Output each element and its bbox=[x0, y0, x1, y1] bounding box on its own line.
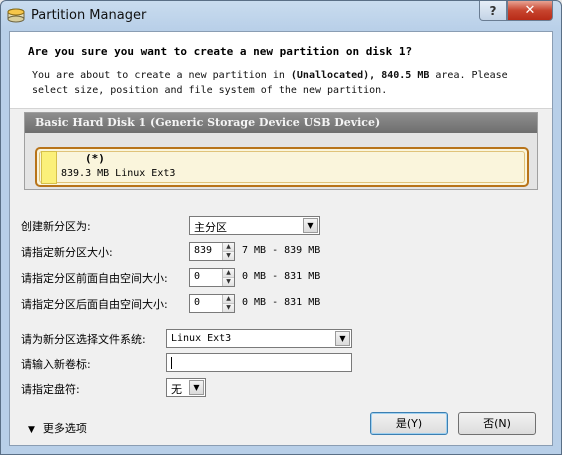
spin-down-icon[interactable]: ▼ bbox=[223, 252, 234, 260]
yes-button[interactable]: 是(Y) bbox=[370, 412, 448, 435]
confirm-question: Are you sure you want to create a new pa… bbox=[28, 45, 413, 58]
partition-manager-window: Partition Manager ? ✕ Are you sure you w… bbox=[0, 0, 562, 455]
volume-label-input[interactable] bbox=[166, 353, 352, 372]
partition-size-range: 7 MB - 839 MB bbox=[242, 245, 321, 256]
spin-down-icon[interactable]: ▼ bbox=[223, 278, 234, 286]
free-after-value: 0 bbox=[194, 297, 201, 308]
chevron-down-icon[interactable]: ▼ bbox=[189, 380, 204, 395]
spin-buttons: ▲ ▼ bbox=[222, 295, 234, 312]
text-caret bbox=[171, 357, 172, 369]
close-button[interactable]: ✕ bbox=[507, 1, 553, 21]
partition-info: 839.3 MB Linux Ext3 bbox=[61, 168, 176, 179]
file-system-value: Linux Ext3 bbox=[171, 333, 232, 344]
expand-triangle-icon: ▼ bbox=[28, 425, 35, 435]
chevron-down-icon[interactable]: ▼ bbox=[335, 331, 350, 346]
spin-down-icon[interactable]: ▼ bbox=[223, 304, 234, 312]
disk-title: Basic Hard Disk 1 (Generic Storage Devic… bbox=[25, 113, 537, 133]
spin-up-icon[interactable]: ▲ bbox=[223, 243, 234, 252]
volume-label-label: 请输入新卷标: bbox=[21, 358, 91, 371]
chevron-down-icon[interactable]: ▼ bbox=[303, 218, 318, 233]
drive-letter-label: 请指定盘符: bbox=[21, 383, 80, 396]
confirm-description: You are about to create a new partition … bbox=[32, 70, 508, 96]
partition-type-value: 主分区 bbox=[194, 221, 227, 234]
no-button[interactable]: 否(N) bbox=[458, 412, 536, 435]
spin-up-icon[interactable]: ▲ bbox=[223, 269, 234, 278]
partition-color-swatch bbox=[41, 151, 57, 184]
free-after-spinbox[interactable]: 0 ▲ ▼ bbox=[189, 294, 235, 313]
free-before-label: 请指定分区前面自由空间大小: bbox=[21, 272, 168, 285]
partition-size-value: 839 bbox=[194, 245, 213, 256]
new-partition-block[interactable]: (*) 839.3 MB Linux Ext3 bbox=[35, 147, 529, 187]
dialog-content: Are you sure you want to create a new pa… bbox=[9, 31, 553, 446]
dialog-header: Are you sure you want to create a new pa… bbox=[10, 32, 552, 109]
drive-letter-value: 无 bbox=[171, 383, 182, 396]
free-before-spinbox[interactable]: 0 ▲ ▼ bbox=[189, 268, 235, 287]
partition-marker: (*) bbox=[85, 152, 105, 165]
more-options-label: 更多选项 bbox=[42, 422, 87, 435]
help-button[interactable]: ? bbox=[479, 1, 507, 21]
partition-size-spinbox[interactable]: 839 ▲ ▼ bbox=[189, 242, 235, 261]
free-before-value: 0 bbox=[194, 271, 201, 282]
file-system-select[interactable]: Linux Ext3 ▼ bbox=[166, 329, 352, 348]
more-options-toggle[interactable]: ▼ 更多选项 bbox=[28, 420, 87, 436]
spin-buttons: ▲ ▼ bbox=[222, 269, 234, 286]
disk-map: Basic Hard Disk 1 (Generic Storage Devic… bbox=[24, 112, 538, 190]
unallocated-area: (Unallocated), 840.5 MB bbox=[290, 70, 430, 81]
partition-size-label: 请指定新分区大小: bbox=[21, 246, 113, 259]
drive-letter-select[interactable]: 无 ▼ bbox=[166, 378, 206, 397]
file-system-label: 请为新分区选择文件系统: bbox=[21, 333, 146, 346]
partition-type-select[interactable]: 主分区 ▼ bbox=[189, 216, 320, 235]
partition-type-label: 创建新分区为: bbox=[21, 220, 91, 233]
free-after-range: 0 MB - 831 MB bbox=[242, 297, 321, 308]
window-title: Partition Manager bbox=[31, 8, 147, 23]
title-bar[interactable]: Partition Manager ? ✕ bbox=[1, 1, 561, 31]
free-after-label: 请指定分区后面自由空间大小: bbox=[21, 298, 168, 311]
free-before-range: 0 MB - 831 MB bbox=[242, 271, 321, 282]
spin-buttons: ▲ ▼ bbox=[222, 243, 234, 260]
spin-up-icon[interactable]: ▲ bbox=[223, 295, 234, 304]
app-disk-icon bbox=[7, 8, 25, 23]
